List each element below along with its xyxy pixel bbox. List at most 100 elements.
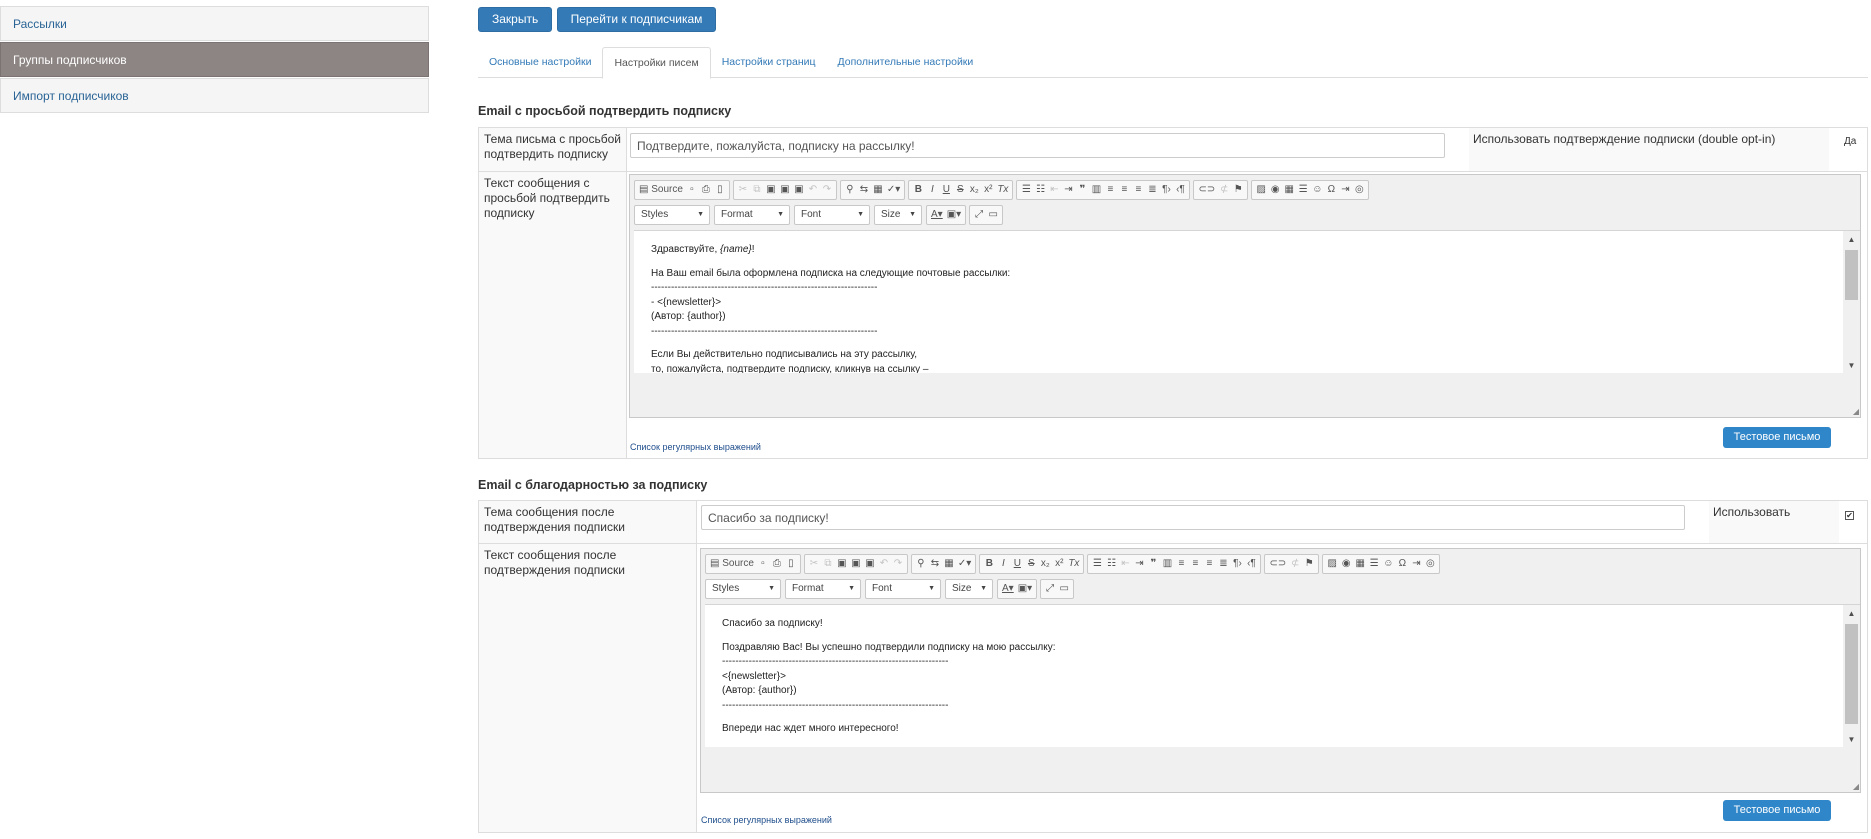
source-button[interactable]: ▤ Source <box>637 181 685 199</box>
paste-text-icon[interactable]: ▣ <box>778 181 792 199</box>
numbered-list-icon[interactable]: ☰ <box>1090 555 1104 573</box>
page-break-icon[interactable]: ⇥ <box>1338 181 1352 199</box>
bg-color-icon[interactable]: ▣▾ <box>1016 580 1034 598</box>
paste-icon[interactable]: ▣ <box>764 181 778 199</box>
editor-content-area[interactable]: Спасибо за подписку! Поздравляю Вас! Вы … <box>705 604 1860 747</box>
thanks-subject-input[interactable] <box>701 505 1685 530</box>
templates-icon[interactable]: ▯ <box>784 555 798 573</box>
tab-additional-settings[interactable]: Дополнительные настройки <box>827 47 985 78</box>
maximize-icon[interactable]: ⤢ <box>972 206 986 224</box>
subscript-icon[interactable]: x₂ <box>1038 555 1052 573</box>
strike-icon[interactable]: S <box>953 181 967 199</box>
save-icon[interactable]: ▫ <box>756 555 770 573</box>
test-email-button[interactable]: Тестовое письмо <box>1723 427 1831 448</box>
styles-combo[interactable]: Styles ▼ <box>705 579 781 599</box>
bulleted-list-icon[interactable]: ☷ <box>1104 555 1118 573</box>
superscript-icon[interactable]: x² <box>981 181 995 199</box>
table-icon[interactable]: ▦ <box>1353 555 1367 573</box>
indent-icon[interactable]: ⇥ <box>1132 555 1146 573</box>
image-icon[interactable]: ▨ <box>1325 555 1339 573</box>
remove-format-icon[interactable]: Tx <box>1066 555 1081 573</box>
bg-color-icon[interactable]: ▣▾ <box>945 206 963 224</box>
scroll-thumb[interactable] <box>1845 250 1858 300</box>
replace-icon[interactable]: ⇆ <box>928 555 942 573</box>
rtl-icon[interactable]: ‹¶ <box>1173 181 1187 199</box>
underline-icon[interactable]: U <box>939 181 953 199</box>
scroll-down-icon[interactable]: ▼ <box>1843 357 1860 373</box>
test-email-button[interactable]: Тестовое письмо <box>1723 800 1831 821</box>
redo-icon[interactable]: ↷ <box>820 181 834 199</box>
undo-icon[interactable]: ↶ <box>806 181 820 199</box>
align-center-icon[interactable]: ≡ <box>1188 555 1202 573</box>
format-combo[interactable]: Format ▼ <box>785 579 861 599</box>
align-justify-icon[interactable]: ≣ <box>1216 555 1230 573</box>
find-icon[interactable]: ⚲ <box>843 181 857 199</box>
tab-main-settings[interactable]: Основные настройки <box>478 47 602 78</box>
bulleted-list-icon[interactable]: ☷ <box>1033 181 1047 199</box>
editor-scrollbar[interactable]: ▲ ▼ <box>1843 231 1860 373</box>
editor-scrollbar[interactable]: ▲ ▼ <box>1843 605 1860 747</box>
indent-icon[interactable]: ⇥ <box>1061 181 1075 199</box>
spellcheck-icon[interactable]: ✓▾ <box>956 555 973 573</box>
goto-subscribers-button[interactable]: Перейти к подписчикам <box>556 7 717 32</box>
select-all-icon[interactable]: ▦ <box>942 555 956 573</box>
ltr-icon[interactable]: ¶› <box>1230 555 1244 573</box>
subscript-icon[interactable]: x₂ <box>967 181 981 199</box>
scroll-up-icon[interactable]: ▲ <box>1843 231 1860 248</box>
text-color-icon[interactable]: A▾ <box>1000 580 1016 598</box>
italic-icon[interactable]: I <box>996 555 1010 573</box>
size-combo[interactable]: Size ▼ <box>945 579 993 599</box>
cut-icon[interactable]: ✂ <box>807 555 821 573</box>
link-icon[interactable]: ⊂⊃ <box>1267 555 1288 573</box>
tab-page-settings[interactable]: Настройки страниц <box>711 47 827 78</box>
flash-icon[interactable]: ◉ <box>1268 181 1282 199</box>
smiley-icon[interactable]: ☺ <box>1310 181 1324 199</box>
copy-icon[interactable]: ⧉ <box>750 181 764 199</box>
bold-icon[interactable]: B <box>982 555 996 573</box>
text-color-icon[interactable]: A▾ <box>929 206 945 224</box>
blockquote-icon[interactable]: ❞ <box>1075 181 1089 199</box>
unlink-icon[interactable]: ⊄ <box>1217 181 1231 199</box>
ltr-icon[interactable]: ¶› <box>1159 181 1173 199</box>
print-icon[interactable]: ⎙ <box>770 555 784 573</box>
horizontal-rule-icon[interactable]: ☰ <box>1367 555 1381 573</box>
flash-icon[interactable]: ◉ <box>1339 555 1353 573</box>
iframe-icon[interactable]: ◎ <box>1423 555 1437 573</box>
resize-grip-icon[interactable]: ◢ <box>1853 407 1859 416</box>
italic-icon[interactable]: I <box>925 181 939 199</box>
special-char-icon[interactable]: Ω <box>1324 181 1338 199</box>
styles-combo[interactable]: Styles ▼ <box>634 205 710 225</box>
font-combo[interactable]: Font ▼ <box>865 579 941 599</box>
scroll-down-icon[interactable]: ▼ <box>1843 731 1860 747</box>
size-combo[interactable]: Size ▼ <box>874 205 922 225</box>
link-icon[interactable]: ⊂⊃ <box>1196 181 1217 199</box>
div-icon[interactable]: ▥ <box>1160 555 1174 573</box>
table-icon[interactable]: ▦ <box>1282 181 1296 199</box>
underline-icon[interactable]: U <box>1010 555 1024 573</box>
anchor-icon[interactable]: ⚑ <box>1231 181 1245 199</box>
redo-icon[interactable]: ↷ <box>891 555 905 573</box>
remove-format-icon[interactable]: Tx <box>995 181 1010 199</box>
special-char-icon[interactable]: Ω <box>1395 555 1409 573</box>
horizontal-rule-icon[interactable]: ☰ <box>1296 181 1310 199</box>
outdent-icon[interactable]: ⇤ <box>1118 555 1132 573</box>
paste-word-icon[interactable]: ▣ <box>792 181 806 199</box>
close-button[interactable]: Закрыть <box>478 7 553 32</box>
align-center-icon[interactable]: ≡ <box>1117 181 1131 199</box>
regex-list-link[interactable]: Список регулярных выражений <box>701 815 832 825</box>
align-left-icon[interactable]: ≡ <box>1103 181 1117 199</box>
maximize-icon[interactable]: ⤢ <box>1043 580 1057 598</box>
replace-icon[interactable]: ⇆ <box>857 181 871 199</box>
align-justify-icon[interactable]: ≣ <box>1145 181 1159 199</box>
find-icon[interactable]: ⚲ <box>914 555 928 573</box>
undo-icon[interactable]: ↶ <box>877 555 891 573</box>
outdent-icon[interactable]: ⇤ <box>1047 181 1061 199</box>
bold-icon[interactable]: B <box>911 181 925 199</box>
format-combo[interactable]: Format ▼ <box>714 205 790 225</box>
align-left-icon[interactable]: ≡ <box>1174 555 1188 573</box>
anchor-icon[interactable]: ⚑ <box>1302 555 1316 573</box>
regex-list-link[interactable]: Список регулярных выражений <box>630 442 761 452</box>
rtl-icon[interactable]: ‹¶ <box>1244 555 1258 573</box>
sidebar-item-import-subscribers[interactable]: Импорт подписчиков <box>0 78 429 113</box>
double-optin-value[interactable]: Да <box>1844 136 1856 147</box>
